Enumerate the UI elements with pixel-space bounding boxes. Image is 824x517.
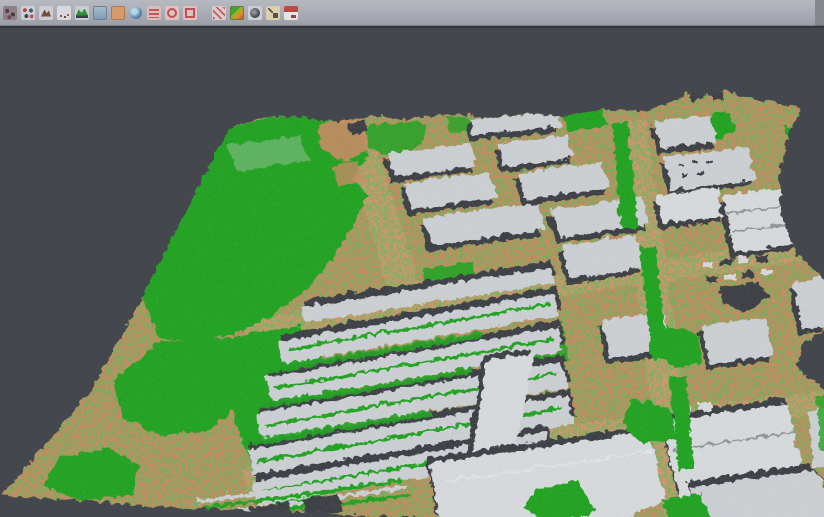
toolbar-icons xyxy=(0,0,815,26)
dem-surface-icon[interactable] xyxy=(75,6,89,20)
selection-box-icon[interactable] xyxy=(183,6,197,20)
ortho-area-icon[interactable] xyxy=(111,6,125,20)
measure-icon[interactable] xyxy=(266,6,280,20)
camera-icon[interactable] xyxy=(248,6,262,20)
classification-colors-icon[interactable] xyxy=(230,6,244,20)
toolbar-separator xyxy=(201,5,208,21)
terrain-model-icon[interactable] xyxy=(39,6,53,20)
clip-region-icon[interactable] xyxy=(212,6,226,20)
align-points-icon[interactable] xyxy=(21,6,35,20)
flag-tool-icon[interactable] xyxy=(284,6,298,20)
main-row xyxy=(0,26,824,517)
scene-3d xyxy=(0,28,824,517)
window-edge-top xyxy=(815,0,824,26)
toolbar-row xyxy=(0,0,824,26)
viewport-3d[interactable] xyxy=(0,28,815,517)
layer-stack-icon[interactable] xyxy=(147,6,161,20)
point-cloud-icon[interactable] xyxy=(3,6,17,20)
sparse-points-icon[interactable] xyxy=(57,6,71,20)
globe-3d-icon[interactable] xyxy=(129,6,143,20)
target-circle-icon[interactable] xyxy=(165,6,179,20)
profile-view-icon[interactable] xyxy=(93,6,107,20)
app-window xyxy=(0,0,824,517)
